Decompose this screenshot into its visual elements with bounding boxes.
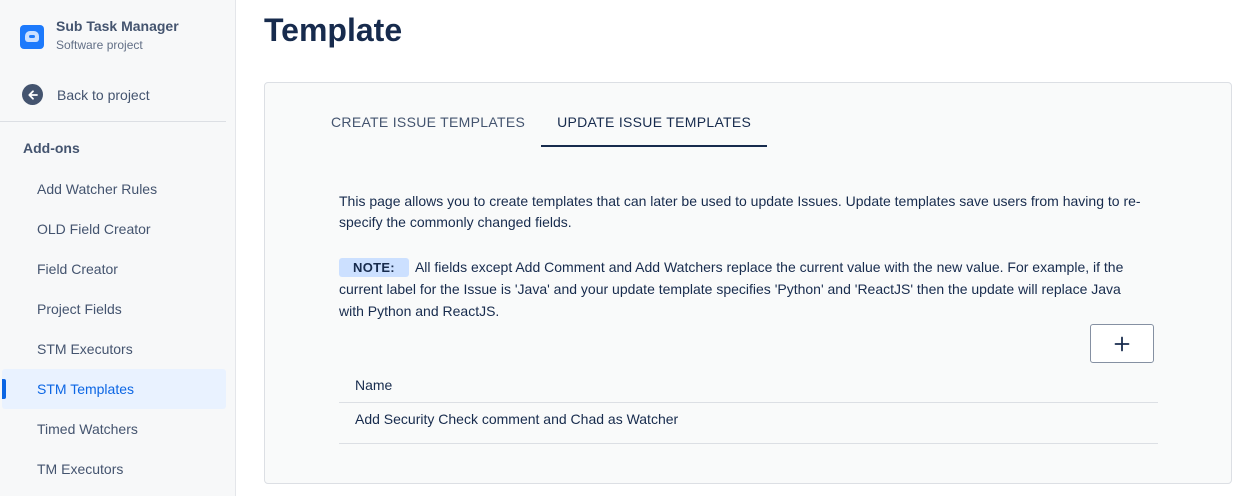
- tab-create-issue-templates[interactable]: CREATE ISSUE TEMPLATES: [315, 103, 541, 147]
- project-name: Sub Task Manager: [56, 18, 179, 34]
- project-type: Software project: [56, 38, 143, 52]
- templates-table: Name Add Security Check comment and Chad…: [339, 367, 1158, 444]
- sidebar-item-stm-templates[interactable]: STM Templates: [2, 369, 226, 409]
- plus-icon: [1114, 336, 1130, 351]
- page-description: This page allows you to create templates…: [339, 193, 1141, 230]
- table-header-name: Name: [339, 367, 1158, 403]
- sidebar-item-project-fields[interactable]: Project Fields: [2, 289, 226, 329]
- sidebar-item-field-creator[interactable]: Field Creator: [2, 249, 226, 289]
- project-text: Sub Task Manager Software project: [56, 16, 179, 54]
- template-tabs: CREATE ISSUE TEMPLATES UPDATE ISSUE TEMP…: [315, 103, 768, 147]
- sidebar-item-tm-executors[interactable]: TM Executors: [2, 449, 226, 489]
- note-text: All fields except Add Comment and Add Wa…: [339, 259, 1124, 319]
- sidebar-divider: [0, 121, 226, 122]
- sidebar-item-stm-executors[interactable]: STM Executors: [2, 329, 226, 369]
- back-to-project-link[interactable]: Back to project: [22, 84, 150, 105]
- project-header[interactable]: Sub Task Manager Software project: [20, 16, 179, 54]
- template-card: CREATE ISSUE TEMPLATES UPDATE ISSUE TEMP…: [264, 82, 1232, 484]
- sidebar-nav: Add Watcher Rules OLD Field Creator Fiel…: [2, 169, 226, 489]
- sidebar-item-old-field-creator[interactable]: OLD Field Creator: [2, 209, 226, 249]
- page-title: Template: [264, 12, 403, 48]
- project-avatar-icon: [20, 25, 44, 49]
- tab-update-issue-templates[interactable]: UPDATE ISSUE TEMPLATES: [541, 103, 768, 147]
- note-badge: NOTE:: [339, 258, 409, 277]
- arrow-left-icon: [22, 84, 43, 105]
- back-label: Back to project: [57, 86, 150, 103]
- table-row[interactable]: Add Security Check comment and Chad as W…: [339, 403, 1158, 444]
- note-paragraph: NOTE: All fields except Add Comment and A…: [339, 256, 1149, 322]
- table-cell-name: Add Security Check comment and Chad as W…: [355, 411, 679, 427]
- sidebar: Sub Task Manager Software project Back t…: [0, 0, 236, 496]
- add-template-button[interactable]: [1090, 324, 1154, 363]
- sidebar-item-add-watcher-rules[interactable]: Add Watcher Rules: [2, 169, 226, 209]
- sidebar-item-timed-watchers[interactable]: Timed Watchers: [2, 409, 226, 449]
- sidebar-section-heading: Add-ons: [23, 140, 80, 156]
